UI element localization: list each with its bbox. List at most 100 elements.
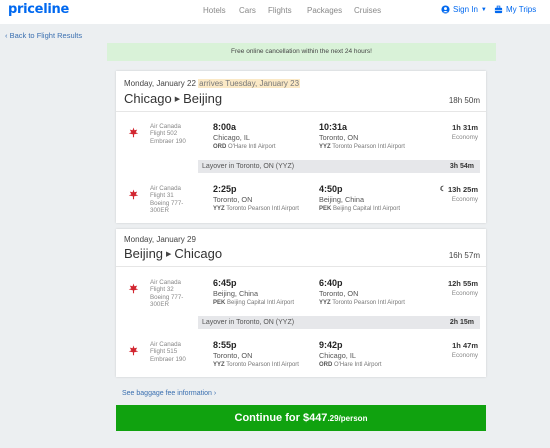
chevron-right-icon: › (211, 390, 217, 397)
departure-info: 8:00a Chicago, IL ORD O'Hare Intl Airpor… (213, 122, 276, 152)
outbound-date-line: Monday, January 22 arrives Tuesday, Janu… (124, 79, 301, 88)
airline-name: Air Canada (150, 185, 181, 192)
nav-packages[interactable]: Packages (307, 6, 342, 15)
airline-name: Air Canada (150, 279, 181, 286)
segment-duration-value: ☾ 13h 25m (439, 185, 478, 194)
segment-duration-value: 1h 47m (452, 341, 478, 350)
nav-hotels[interactable]: Hotels (203, 6, 226, 15)
arrival-time: 4:50p (319, 184, 343, 194)
overnight-moon-icon: ☾ (439, 186, 446, 193)
outbound-origin: Chicago (124, 91, 172, 106)
departure-airport: PEK Beijing Capital Intl Airport (213, 300, 295, 306)
arrow-right-icon: ▶ (166, 250, 172, 258)
segment-duration: ☾ 13h 25m Economy (440, 185, 478, 204)
flight-number: Flight 31 (150, 192, 174, 200)
segment-duration-value: 12h 55m (447, 279, 478, 288)
cabin-class: Economy (451, 352, 478, 359)
arrival-info: 6:40p Toronto, ON YYZ Toronto Pearson In… (319, 278, 405, 308)
back-to-results-link[interactable]: ‹ Back to Flight Results (5, 31, 82, 40)
continue-price-cents: .29 (327, 414, 339, 423)
segment-duration: 1h 31m Economy (452, 123, 478, 142)
airline-info: Air Canada Flight 502 Embraer 190 (150, 123, 186, 145)
arrival-city: Toronto, ON (319, 289, 359, 298)
layover-duration: 3h 54m (449, 163, 474, 170)
nav-flights[interactable]: Flights (268, 6, 292, 15)
arrival-city: Chicago, IL (319, 351, 356, 360)
departure-info: 8:55p Toronto, ON YYZ Toronto Pearson In… (213, 340, 299, 370)
air-canada-logo-icon (128, 127, 139, 138)
outbound-date: Monday, January 22 (124, 79, 196, 88)
nav-cruises[interactable]: Cruises (354, 6, 381, 15)
continue-button[interactable]: Continue for $447.29/person (116, 405, 486, 431)
divider (116, 266, 486, 267)
airline-name: Air Canada (150, 123, 181, 130)
outbound-destination: Beijing (183, 91, 223, 106)
sign-in-menu[interactable]: Sign In ▼ (441, 5, 487, 14)
cabin-class: Economy (451, 134, 478, 141)
top-nav: priceline Hotels Cars Flights Packages C… (0, 0, 550, 24)
arrival-time: 6:40p (319, 278, 343, 288)
aircraft-type: Embraer 190 (150, 355, 186, 363)
arrives-note: arrives Tuesday, January 23 (198, 79, 301, 88)
segment-duration: 1h 47m Economy (452, 341, 478, 360)
aircraft-type: Boeing 777-300ER (150, 293, 184, 308)
continue-price: $447 (302, 412, 328, 424)
flight-number: Flight 32 (150, 286, 174, 294)
layover-text: Layover in Toronto, ON (YYZ) (202, 163, 295, 170)
departure-time: 2:25p (213, 184, 237, 194)
segment-duration: 12h 55m Economy (448, 279, 478, 298)
flight-segment[interactable]: Air Canada Flight 515 Embraer 190 8:55p … (116, 337, 486, 375)
departure-city: Toronto, ON (213, 195, 253, 204)
return-origin: Beijing (124, 246, 164, 261)
baggage-fee-link[interactable]: See baggage fee information › (122, 390, 216, 397)
back-link-label: Back to Flight Results (9, 31, 83, 40)
flight-number: Flight 502 (150, 130, 178, 138)
my-trips-label: My Trips (506, 5, 537, 14)
arrival-info: 4:50p Beijing, China PEK Beijing Capital… (319, 184, 400, 214)
departure-airport: YYZ Toronto Pearson Intl Airport (213, 206, 299, 212)
flight-number: Flight 515 (150, 348, 178, 356)
flight-segment[interactable]: Air Canada Flight 31 Boeing 777-300ER 2:… (116, 181, 486, 219)
nav-cars[interactable]: Cars (239, 6, 256, 15)
air-canada-logo-icon (128, 283, 139, 294)
suitcase-icon (494, 5, 503, 14)
departure-time: 8:55p (213, 340, 237, 350)
return-destination: Chicago (174, 246, 223, 261)
aircraft-type: Boeing 777-300ER (150, 199, 184, 214)
departure-time: 6:45p (213, 278, 237, 288)
arrival-city: Beijing, China (319, 195, 365, 204)
air-canada-logo-icon (128, 345, 139, 356)
arrow-right-icon: ▶ (174, 95, 181, 103)
departure-city: Toronto, ON (213, 351, 253, 360)
aircraft-type: Embraer 190 (150, 137, 186, 145)
baggage-link-label: See baggage fee information (122, 390, 212, 397)
departure-info: 2:25p Toronto, ON YYZ Toronto Pearson In… (213, 184, 299, 214)
outbound-route: Chicago ▶ Beijing (124, 91, 222, 106)
continue-label: Continue for (234, 412, 303, 424)
priceline-logo[interactable]: priceline (8, 2, 69, 17)
departure-airport: ORD O'Hare Intl Airport (213, 144, 276, 150)
arrival-info: 9:42p Chicago, IL ORD O'Hare Intl Airpor… (319, 340, 382, 370)
airline-info: Air Canada Flight 515 Embraer 190 (150, 341, 186, 363)
sign-in-label: Sign In (453, 5, 478, 14)
arrival-airport: ORD O'Hare Intl Airport (319, 362, 382, 368)
return-date: Monday, January 29 (124, 235, 196, 244)
air-canada-logo-icon (128, 189, 139, 200)
flight-segment[interactable]: Air Canada Flight 32 Boeing 777-300ER 6:… (116, 275, 486, 313)
layover-duration: 2h 15m (449, 319, 474, 326)
outbound-duration: 18h 50m (448, 96, 480, 105)
return-duration: 16h 57m (448, 251, 480, 260)
cancellation-notice: Free online cancellation within the next… (107, 43, 496, 61)
chevron-down-icon: ▼ (480, 6, 487, 13)
layover-bar: Layover in Toronto, ON (YYZ) 3h 54m (198, 160, 480, 173)
arrival-info: 10:31a Toronto, ON YYZ Toronto Pearson I… (319, 122, 405, 152)
cabin-class: Economy (451, 290, 478, 297)
return-route: Beijing ▶ Chicago (124, 246, 222, 261)
my-trips-menu[interactable]: My Trips (494, 5, 536, 14)
flight-segment[interactable]: Air Canada Flight 502 Embraer 190 8:00a … (116, 119, 486, 157)
airline-info: Air Canada Flight 31 Boeing 777-300ER (150, 185, 194, 214)
arrival-airport: YYZ Toronto Pearson Intl Airport (319, 300, 405, 306)
arrival-city: Toronto, ON (319, 133, 359, 142)
cabin-class: Economy (451, 196, 478, 203)
arrival-time: 9:42p (319, 340, 343, 350)
